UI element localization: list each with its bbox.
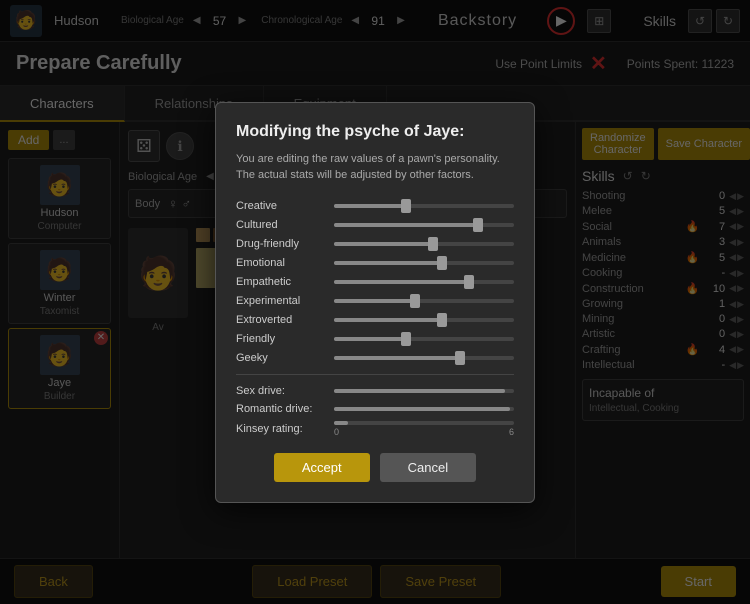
trait-slider-thumb (437, 313, 447, 327)
drive-track[interactable] (334, 389, 514, 393)
trait-label: Friendly (236, 333, 326, 345)
trait-experimental: Experimental (236, 295, 514, 307)
trait-slider-fill (334, 242, 433, 246)
trait-label: Emotional (236, 257, 326, 269)
trait-slider-thumb (464, 275, 474, 289)
trait-slider-thumb (428, 237, 438, 251)
trait-drug-friendly: Drug-friendly (236, 238, 514, 250)
trait-slider-thumb (437, 256, 447, 270)
drive-label: Romantic drive: (236, 403, 326, 415)
drive-kinsey: Kinsey rating: 0 6 (236, 421, 514, 437)
drive-fill (334, 389, 505, 393)
trait-label: Geeky (236, 352, 326, 364)
trait-slider-track[interactable] (334, 356, 514, 360)
trait-label: Drug-friendly (236, 238, 326, 250)
trait-slider-fill (334, 280, 469, 284)
trait-friendly: Friendly (236, 333, 514, 345)
trait-label: Creative (236, 200, 326, 212)
trait-extroverted: Extroverted (236, 314, 514, 326)
drive-fill (334, 407, 510, 411)
drive-romantic: Romantic drive: (236, 403, 514, 415)
trait-slider-thumb (473, 218, 483, 232)
drive-fill (334, 421, 348, 425)
drive-label: Sex drive: (236, 385, 326, 397)
traits-list: Creative Cultured Drug-friendly (236, 200, 514, 364)
trait-label: Empathetic (236, 276, 326, 288)
trait-label: Extroverted (236, 314, 326, 326)
kinsey-max: 6 (509, 427, 514, 437)
modal-buttons: Accept Cancel (236, 453, 514, 482)
trait-slider-thumb (401, 199, 411, 213)
trait-slider-track[interactable] (334, 280, 514, 284)
trait-creative: Creative (236, 200, 514, 212)
trait-label: Experimental (236, 295, 326, 307)
modal-description: You are editing the raw values of a pawn… (236, 151, 514, 184)
trait-slider-track[interactable] (334, 299, 514, 303)
trait-slider-track[interactable] (334, 223, 514, 227)
trait-slider-fill (334, 337, 406, 341)
drive-track[interactable] (334, 407, 514, 411)
modal-title: Modifying the psyche of Jaye: (236, 123, 514, 141)
trait-slider-thumb (410, 294, 420, 308)
trait-slider-thumb (455, 351, 465, 365)
psyche-modal: Modifying the psyche of Jaye: You are ed… (215, 102, 535, 503)
modal-overlay: Modifying the psyche of Jaye: You are ed… (0, 0, 750, 604)
trait-slider-track[interactable] (334, 337, 514, 341)
trait-slider-fill (334, 356, 460, 360)
trait-empathetic: Empathetic (236, 276, 514, 288)
modal-accept-button[interactable]: Accept (274, 453, 370, 482)
trait-cultured: Cultured (236, 219, 514, 231)
trait-slider-track[interactable] (334, 242, 514, 246)
drive-label: Kinsey rating: (236, 423, 326, 435)
trait-slider-fill (334, 318, 442, 322)
trait-slider-thumb (401, 332, 411, 346)
trait-label: Cultured (236, 219, 326, 231)
trait-slider-track[interactable] (334, 261, 514, 265)
trait-slider-fill (334, 261, 442, 265)
trait-slider-track[interactable] (334, 318, 514, 322)
trait-slider-track[interactable] (334, 204, 514, 208)
drive-track[interactable] (334, 421, 514, 425)
trait-slider-fill (334, 299, 415, 303)
trait-geeky: Geeky (236, 352, 514, 364)
drive-endpoints: 0 6 (334, 427, 514, 437)
trait-slider-fill (334, 204, 406, 208)
trait-slider-fill (334, 223, 478, 227)
trait-emotional: Emotional (236, 257, 514, 269)
modal-cancel-button[interactable]: Cancel (380, 453, 476, 482)
kinsey-min: 0 (334, 427, 339, 437)
drives-section: Sex drive: Romantic drive: Kinsey rating… (236, 374, 514, 437)
drive-sex: Sex drive: (236, 385, 514, 397)
